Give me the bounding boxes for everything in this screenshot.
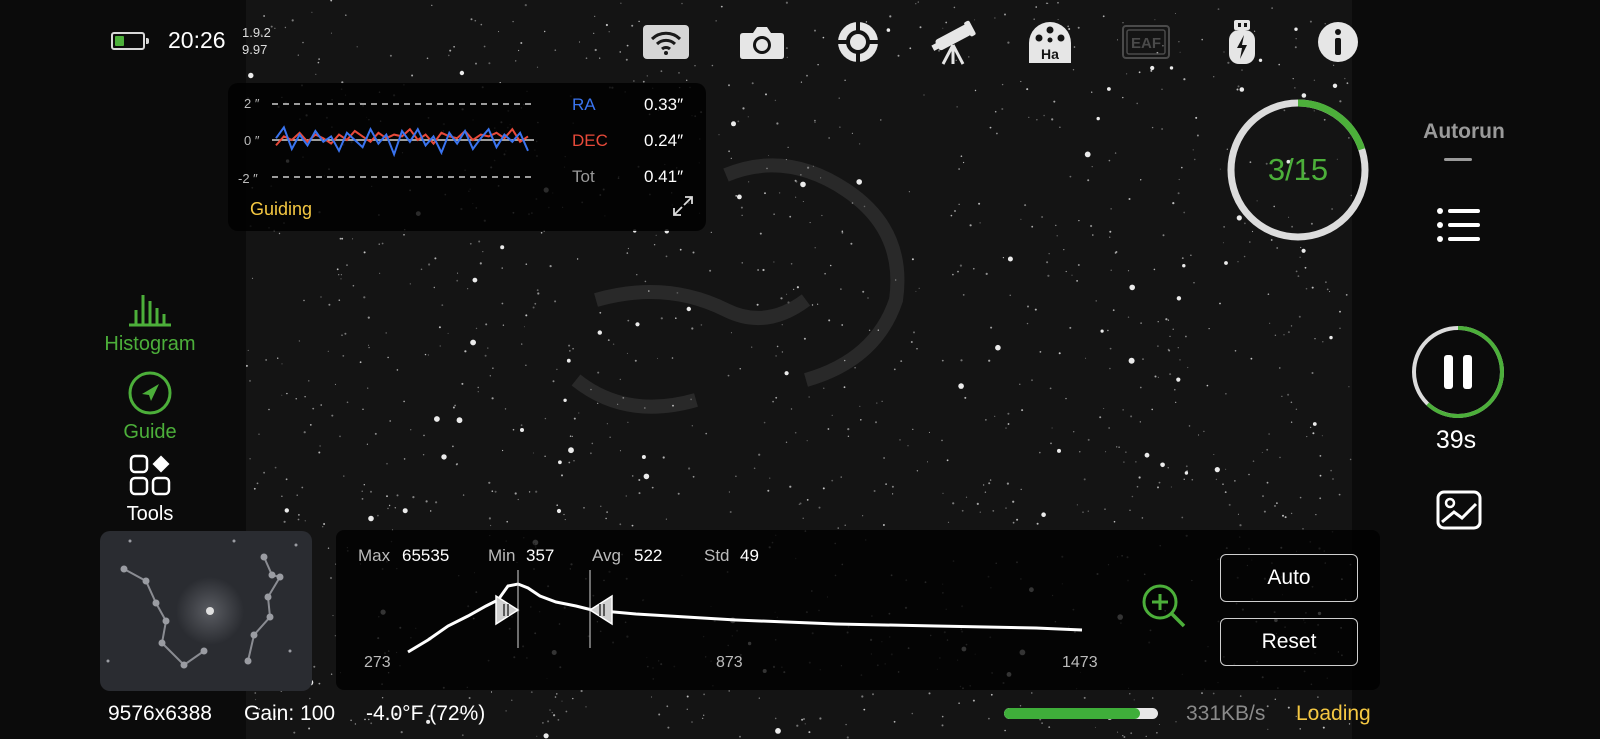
dec-label: DEC [572,131,608,150]
usb-power-icon [1229,20,1255,64]
clock: 20:26 [168,27,226,53]
guide-tool-label: Guide [123,421,177,443]
guide-tool[interactable]: Guide [90,370,210,444]
info-icon [1318,22,1358,62]
info-button[interactable] [1313,18,1363,66]
dec-value: 0.24″ [644,131,684,150]
star-map-thumbnail[interactable] [100,531,312,691]
wifi-button[interactable] [641,18,691,66]
tools-grid-icon [129,454,171,496]
guide-axis-mid: 0 ″ [244,133,260,148]
autorun-label[interactable]: Autorun [1404,120,1524,144]
hist-axis-left: 273 [364,654,391,671]
sequence-progress-ring[interactable]: 3/15 [1224,96,1372,244]
constellation-map [106,539,298,669]
black-point-handle[interactable] [495,594,520,626]
tot-value: 0.41″ [644,167,684,186]
filter-wheel-button[interactable]: Ha [1025,18,1075,66]
svg-text:Ha: Ha [1041,46,1059,62]
histogram-icon [129,295,171,327]
guiding-panel[interactable]: 2 ″ 0 ″ -2 ″ RA 0.33″ DEC 0.24″ Tot 0.41… [228,83,706,231]
list-menu-icon[interactable] [1436,206,1482,244]
pause-icon [1444,355,1453,389]
exposure-timer: 39s [1435,426,1477,454]
loading-status: Loading [1296,702,1371,725]
battery-icon [111,32,149,50]
camera-gain: Gain: 100 [244,702,336,725]
eaf-icon: EAF [1122,25,1170,59]
guide-axis-top: 2 ″ [244,96,260,111]
telescope-icon [931,20,976,65]
gallery-icon[interactable] [1436,490,1482,530]
autorun-indicator [1444,158,1472,161]
wifi-icon [643,25,689,59]
tot-label: Tot [572,167,595,186]
version-line-1: 1.9.2 [242,25,271,40]
version-line-2: 9.97 [242,42,268,57]
image-resolution: 9576x6388 [108,702,212,725]
target-icon [837,21,879,63]
usb-power-button[interactable] [1217,18,1267,66]
filter-wheel-icon: Ha [1029,22,1071,63]
download-progress-fill [1004,708,1140,719]
camera-icon [740,27,784,59]
camera-temperature: -4.0°F (72%) [366,702,486,725]
histogram-curve [407,582,1083,654]
download-progress-bar [1004,708,1158,719]
battery-level [115,36,125,46]
hist-axis-right: 1473 [1062,654,1098,671]
transfer-speed: 331KB/s [1186,702,1266,725]
tools-tool[interactable]: Tools [90,454,210,526]
camera-button[interactable] [737,18,787,66]
ra-series-line [275,125,529,158]
histogram-tool-label: Histogram [104,333,196,355]
ra-label: RA [572,95,596,114]
target-button[interactable] [833,18,883,66]
white-point-handle[interactable] [588,594,613,626]
eaf-button[interactable]: EAF [1121,18,1171,66]
expand-icon[interactable] [672,195,694,217]
sequence-count: 3/15 [1268,152,1328,187]
histogram-tool[interactable]: Histogram [90,290,210,356]
guide-navigation-icon [128,371,172,415]
pause-button[interactable] [1408,322,1508,422]
reset-stretch-button[interactable]: Reset [1220,618,1358,666]
tools-tool-label: Tools [126,503,174,525]
guiding-title: Guiding [250,199,313,219]
zoom-in-icon[interactable] [1140,582,1188,630]
guide-axis-bottom: -2 ″ [238,171,258,186]
guide-graph [272,103,534,178]
ra-value: 0.33″ [644,95,684,114]
histogram-panel: Max 65535 Min 357 Avg 522 Std 49 273 873… [336,530,1380,690]
telescope-button[interactable] [929,18,979,66]
svg-text:EAF: EAF [1131,35,1161,52]
hist-axis-mid: 873 [716,654,743,671]
auto-stretch-button[interactable]: Auto [1220,554,1358,602]
